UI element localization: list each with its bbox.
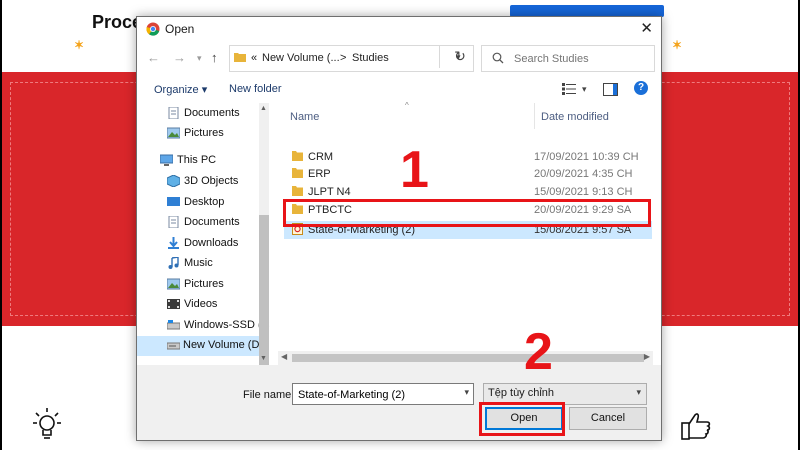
new-folder-button[interactable]: New folder — [229, 83, 282, 95]
sparkle-icon: ✶ — [672, 38, 683, 52]
scroll-down-icon[interactable]: ▼ — [260, 355, 267, 362]
back-arrow-icon[interactable]: ← — [147, 50, 160, 65]
file-name-dropdown-icon[interactable]: ▾ — [464, 387, 469, 398]
file-name-field[interactable]: ▾ — [292, 383, 474, 405]
videos-icon — [167, 299, 180, 309]
preview-pane-icon[interactable] — [603, 83, 618, 96]
address-row: ← → ▾ ↑ « New Volume (... > Studies ▾ ↻ — [137, 41, 661, 75]
search-icon — [492, 52, 504, 64]
up-arrow-icon[interactable]: ↑ — [211, 50, 218, 65]
column-header-name[interactable]: Name — [290, 111, 319, 123]
scroll-left-icon[interactable]: ◀ — [281, 352, 287, 361]
nav-scrollbar-thumb[interactable] — [259, 215, 269, 365]
title-bar: Open ✕ — [137, 17, 661, 41]
refresh-icon: ↻ — [454, 48, 466, 64]
horizontal-scrollbar[interactable]: ◀ ▶ — [278, 351, 653, 365]
page-title: Proce — [92, 12, 143, 32]
view-options-icon[interactable] — [562, 83, 576, 95]
sort-ascending-icon: ^ — [405, 101, 409, 110]
scroll-up-icon[interactable]: ▲ — [260, 105, 267, 112]
file-name-input[interactable] — [296, 386, 458, 403]
pictures-icon — [167, 127, 180, 139]
file-type-value: Tệp tùy chỉnh — [488, 387, 555, 399]
breadcrumb-studies[interactable]: Studies — [352, 52, 389, 64]
chevron-down-icon: ▾ — [636, 387, 641, 397]
dialog-footer: File name: ▾ Tệp tùy chỉnh ▾ Open Cancel — [137, 365, 661, 440]
downloads-icon — [168, 237, 179, 249]
folder-icon — [292, 186, 303, 196]
organize-menu[interactable]: Organize ▾ — [154, 83, 207, 96]
refresh-button[interactable]: ↻ — [439, 45, 480, 68]
file-name-label: File name: — [243, 389, 295, 401]
step-number-2: 2 — [524, 323, 553, 381]
help-icon[interactable]: ? — [634, 81, 648, 95]
documents-icon — [168, 216, 179, 228]
cancel-button[interactable]: Cancel — [569, 407, 647, 430]
nav-item-new-volume[interactable]: New Volume (D:) — [137, 336, 266, 356]
file-row-erp[interactable]: ERP 20/09/2021 4:35 CH — [284, 165, 652, 183]
pictures-icon — [167, 278, 180, 290]
breadcrumb-separator: > — [340, 52, 347, 64]
highlight-selected-file — [283, 199, 651, 227]
music-icon — [168, 257, 179, 269]
drive-icon — [167, 342, 180, 350]
sparkle-icon: ✶ — [74, 38, 85, 52]
recent-chevron-icon[interactable]: ▾ — [197, 53, 202, 64]
folder-icon — [234, 53, 246, 62]
drive-icon — [167, 320, 180, 330]
column-separator[interactable] — [534, 103, 535, 129]
breadcrumb-new-volume[interactable]: New Volume (... — [262, 52, 340, 64]
computer-icon — [160, 154, 173, 166]
folder-icon — [292, 151, 303, 161]
folder-icon — [292, 168, 303, 178]
column-header-date[interactable]: Date modified — [541, 111, 609, 123]
search-input[interactable] — [512, 49, 652, 69]
open-file-dialog: Open ✕ ← → ▾ ↑ « New Volume (... > Studi… — [136, 16, 662, 441]
horizontal-scrollbar-thumb[interactable] — [292, 354, 644, 362]
command-toolbar: Organize ▾ New folder ▾ ? — [137, 75, 661, 103]
forward-arrow-icon[interactable]: → — [173, 50, 186, 65]
lightbulb-icon — [33, 408, 61, 439]
highlight-open-button — [479, 402, 565, 436]
dialog-title: Open — [165, 22, 195, 36]
step-number-1: 1 — [400, 141, 429, 199]
3d-objects-icon — [167, 175, 180, 187]
close-button[interactable]: ✕ — [640, 19, 653, 37]
address-overflow[interactable]: « — [251, 52, 257, 64]
file-list-pane: ^ Name Date modified CRM 17/09/2021 10:3… — [278, 101, 653, 365]
desktop-icon — [167, 197, 180, 206]
documents-icon — [168, 107, 179, 119]
file-row-crm[interactable]: CRM 17/09/2021 10:39 CH — [284, 148, 652, 166]
navigation-pane: Documents Pictures This PC 3D Objects De… — [137, 103, 270, 363]
scroll-right-icon[interactable]: ▶ — [644, 352, 650, 361]
address-bar[interactable]: « New Volume (... > Studies ▾ — [229, 45, 474, 72]
search-box[interactable] — [481, 45, 655, 72]
thumbs-up-icon — [681, 413, 711, 440]
chrome-icon — [146, 22, 160, 36]
view-dropdown-icon[interactable]: ▾ — [582, 84, 587, 95]
